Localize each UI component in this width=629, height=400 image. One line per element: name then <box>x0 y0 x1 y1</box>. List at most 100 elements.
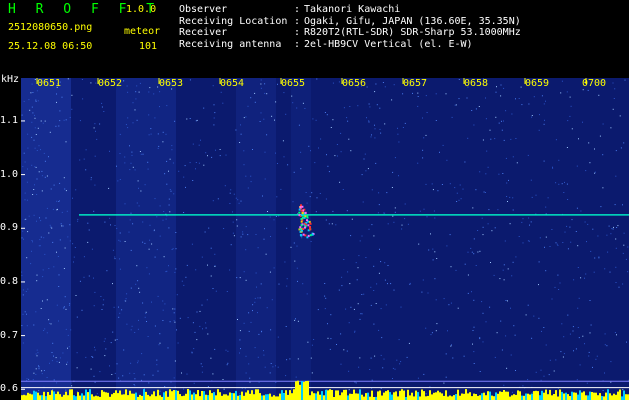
noise-speckle <box>43 152 45 154</box>
noise-speckle <box>242 231 244 233</box>
noise-speckle <box>100 296 102 297</box>
signal-strength-bar <box>113 392 115 400</box>
spectrogram[interactable] <box>21 78 629 400</box>
noise-speckle <box>46 377 48 378</box>
noise-speckle <box>325 198 327 200</box>
noise-speckle <box>59 357 61 359</box>
noise-speckle <box>426 112 428 113</box>
noise-speckle <box>245 372 247 374</box>
noise-speckle <box>52 208 54 210</box>
noise-speckle <box>207 264 208 266</box>
noise-speckle <box>475 189 477 191</box>
noise-speckle <box>119 312 121 314</box>
noise-speckle <box>472 207 474 209</box>
noise-speckle <box>256 286 257 288</box>
noise-speckle <box>263 350 264 352</box>
noise-speckle <box>134 332 136 333</box>
noise-speckle <box>27 288 29 290</box>
noise-speckle <box>575 348 577 350</box>
noise-speckle <box>21 237 23 239</box>
signal-strength-bar <box>359 389 361 400</box>
noise-speckle <box>479 171 481 173</box>
noise-speckle <box>53 379 55 381</box>
noise-speckle <box>94 123 96 125</box>
noise-speckle <box>68 346 70 348</box>
noise-speckle <box>34 147 36 149</box>
noise-speckle <box>421 291 423 293</box>
noise-speckle <box>511 275 513 277</box>
noise-speckle <box>371 224 373 226</box>
time-tick-label: 0655 <box>281 78 306 89</box>
noise-speckle <box>176 329 177 331</box>
noise-speckle <box>219 155 221 157</box>
noise-speckle <box>137 280 139 282</box>
noise-speckle <box>348 322 350 324</box>
noise-speckle <box>189 162 191 164</box>
meteor-echo-pixel <box>307 234 310 237</box>
noise-speckle <box>327 323 328 325</box>
noise-speckle <box>42 276 44 278</box>
signal-strength-bar <box>377 391 379 400</box>
meteor-echo-pixel <box>306 214 309 217</box>
noise-speckle <box>40 236 42 238</box>
noise-speckle <box>336 144 338 145</box>
noise-speckle <box>230 189 232 191</box>
noise-speckle <box>354 330 356 332</box>
noise-speckle <box>240 348 241 350</box>
noise-speckle <box>394 207 396 209</box>
frequency-axis: 1.1 1.0 0.9 0.8 0.7 0.6 <box>0 78 21 400</box>
noise-speckle <box>577 245 579 247</box>
noise-speckle <box>495 116 497 118</box>
noise-speckle <box>359 318 361 320</box>
noise-speckle <box>275 382 277 383</box>
noise-speckle <box>174 271 176 273</box>
noise-speckle <box>114 258 116 260</box>
signal-strength-bar <box>595 392 597 400</box>
signal-strength-bar <box>439 392 441 400</box>
noise-speckle <box>324 283 326 284</box>
noise-speckle <box>503 279 505 281</box>
noise-speckle <box>503 120 504 122</box>
noise-speckle <box>245 226 247 228</box>
meteor-echo-pixel <box>302 214 305 217</box>
noise-speckle <box>358 255 360 257</box>
signal-strength-bar <box>255 389 257 400</box>
signal-strength-bar <box>285 390 287 400</box>
noise-speckle <box>233 193 235 195</box>
noise-speckle <box>147 168 149 170</box>
signal-strength-bar <box>515 394 517 400</box>
signal-strength-bar <box>163 392 165 400</box>
noise-speckle <box>239 330 241 332</box>
noise-speckle <box>432 189 434 191</box>
noise-speckle <box>69 303 71 305</box>
signal-strength-bar <box>533 391 535 400</box>
noise-speckle <box>205 152 207 154</box>
noise-speckle <box>507 268 509 270</box>
noise-speckle <box>254 101 256 103</box>
noise-speckle <box>451 116 453 118</box>
noise-speckle <box>510 354 512 356</box>
noise-speckle <box>208 227 210 229</box>
signal-strength-bar <box>563 393 565 400</box>
noise-band <box>291 78 311 400</box>
signal-strength-bar <box>323 395 325 400</box>
noise-speckle <box>491 230 493 232</box>
noise-speckle <box>375 303 377 304</box>
noise-speckle <box>266 93 268 95</box>
noise-speckle <box>587 223 589 225</box>
noise-speckle <box>429 386 431 388</box>
signal-strength-bar <box>85 389 87 400</box>
noise-speckle <box>249 377 251 379</box>
noise-speckle <box>259 121 261 122</box>
signal-strength-bar <box>219 392 221 400</box>
noise-speckle <box>454 187 456 189</box>
noise-speckle <box>475 108 477 110</box>
noise-speckle <box>350 306 352 308</box>
noise-speckle <box>183 212 185 213</box>
signal-strength-bar <box>543 392 545 400</box>
noise-speckle <box>552 167 554 169</box>
noise-speckle <box>350 150 352 152</box>
noise-speckle <box>85 149 87 151</box>
noise-speckle <box>318 147 319 149</box>
noise-speckle <box>531 196 533 198</box>
